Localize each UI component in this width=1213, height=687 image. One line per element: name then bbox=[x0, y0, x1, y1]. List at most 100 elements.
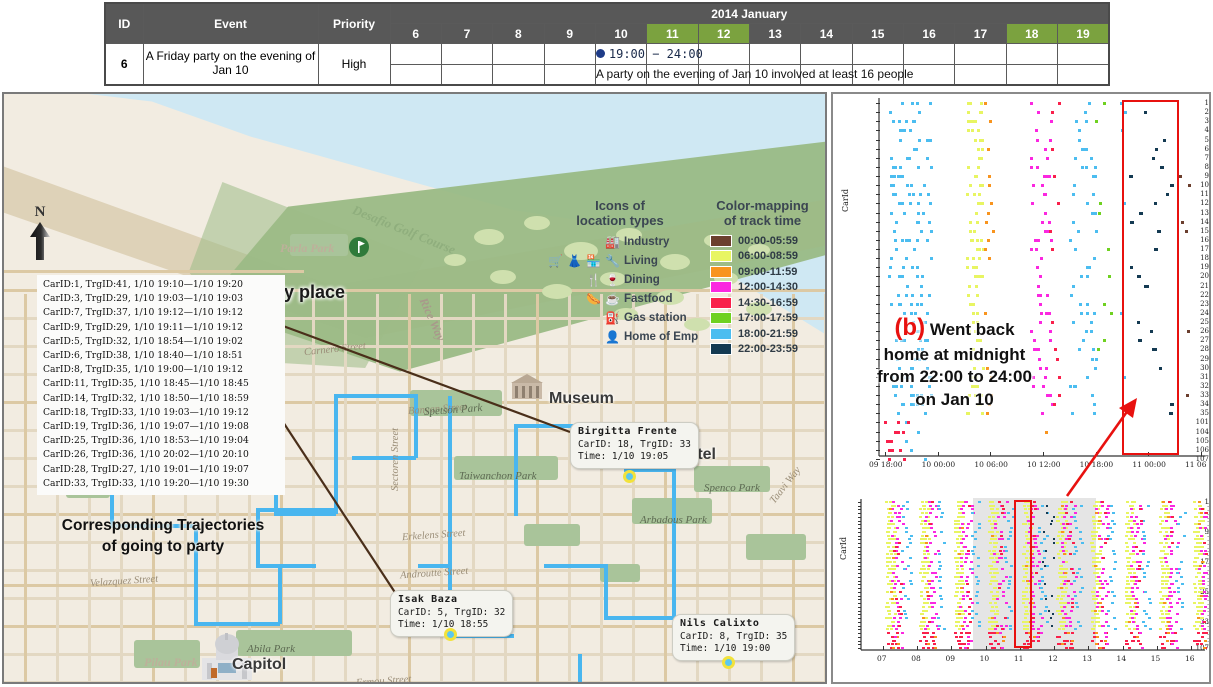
map-tooltip[interactable]: Birgitta Frente CarID: 18, TrgID: 33 Time:… bbox=[570, 422, 699, 469]
cell-day-18-top[interactable] bbox=[1005, 43, 1058, 65]
data-point bbox=[897, 519, 901, 522]
cell-day-17-bottom[interactable] bbox=[954, 63, 1007, 86]
day-header-19[interactable]: 19 bbox=[1056, 23, 1110, 45]
cell-day-19-bottom[interactable] bbox=[1056, 63, 1110, 86]
timeline-plots-panel[interactable]: CarId 1 2 3 4 5 6 7 8 9 10 11 12 13 14 15 16 17 18 19 20 21 2… bbox=[831, 92, 1211, 684]
data-point bbox=[1168, 602, 1172, 605]
cell-day-9-bottom[interactable] bbox=[543, 63, 596, 86]
day-header-6[interactable]: 6 bbox=[389, 23, 442, 45]
data-point bbox=[899, 617, 903, 620]
data-point bbox=[1056, 534, 1060, 537]
data-point bbox=[1068, 530, 1072, 533]
x-tick-3: 10 12:00 bbox=[1027, 460, 1061, 469]
cell-day-8-bottom[interactable] bbox=[492, 63, 545, 86]
data-point bbox=[1042, 530, 1045, 533]
y-tick-mark bbox=[876, 431, 880, 433]
cell-day-7-bottom[interactable] bbox=[440, 63, 494, 86]
data-point bbox=[966, 266, 970, 270]
data-point bbox=[1000, 647, 1004, 649]
data-point bbox=[1063, 643, 1067, 646]
data-point bbox=[1186, 394, 1190, 398]
data-point bbox=[1096, 575, 1100, 578]
data-point bbox=[957, 545, 961, 548]
y-tick-mark bbox=[858, 524, 861, 526]
data-point bbox=[994, 628, 997, 631]
data-point bbox=[918, 138, 922, 142]
map-location-dot[interactable] bbox=[722, 656, 735, 669]
data-point bbox=[1049, 120, 1053, 124]
map-panel[interactable]: Carnero StreetParla StreetBanyan StreetS… bbox=[2, 92, 827, 684]
data-point bbox=[967, 523, 971, 526]
cell-day-19-top[interactable] bbox=[1056, 43, 1110, 65]
day-header-8[interactable]: 8 bbox=[492, 23, 545, 45]
y-tick-mark bbox=[876, 376, 880, 378]
cell-day-10-timerange[interactable]: 19:00 − 24:00 bbox=[594, 43, 703, 65]
legend-color-row: 17:00-17:59 bbox=[710, 311, 825, 327]
day-header-16[interactable]: 16 bbox=[902, 23, 956, 45]
data-point bbox=[970, 357, 973, 361]
day-header-11[interactable]: 11 bbox=[646, 23, 699, 45]
cell-day-17-top[interactable] bbox=[954, 43, 1007, 65]
cell-day-16-top[interactable] bbox=[902, 43, 956, 65]
day-header-12[interactable]: 12 bbox=[697, 23, 750, 45]
cell-day-14-top[interactable] bbox=[800, 43, 853, 65]
data-point bbox=[1065, 647, 1069, 649]
data-point bbox=[965, 579, 969, 582]
day-header-9[interactable]: 9 bbox=[543, 23, 596, 45]
cell-day-9-top[interactable] bbox=[543, 43, 596, 65]
data-point bbox=[1036, 639, 1040, 642]
data-point bbox=[1200, 560, 1204, 563]
cell-day-7-top[interactable] bbox=[440, 43, 494, 65]
y-tick-mark bbox=[858, 644, 861, 646]
cell-day-13-top[interactable] bbox=[748, 43, 802, 65]
x-tick-mark bbox=[937, 452, 939, 456]
data-point bbox=[1077, 568, 1081, 571]
cell-day-6-top[interactable] bbox=[389, 43, 442, 65]
data-point bbox=[1057, 572, 1061, 575]
data-point bbox=[978, 620, 982, 623]
cell-day-6-bottom[interactable] bbox=[389, 63, 442, 86]
data-point bbox=[1194, 587, 1198, 590]
day-header-17[interactable]: 17 bbox=[954, 23, 1007, 45]
data-point bbox=[896, 293, 900, 297]
data-point bbox=[1083, 111, 1087, 115]
data-point bbox=[988, 628, 992, 631]
data-point bbox=[993, 538, 997, 541]
y-tick-mark bbox=[876, 404, 880, 406]
map-location-dot[interactable] bbox=[623, 470, 636, 483]
data-point bbox=[1036, 534, 1040, 537]
data-point bbox=[896, 643, 900, 646]
cell-day-15-top[interactable] bbox=[851, 43, 904, 65]
data-point bbox=[976, 321, 980, 325]
day-header-15[interactable]: 15 bbox=[851, 23, 904, 45]
legend-dining-icon: 🍷 bbox=[605, 273, 620, 288]
map-location-dot[interactable] bbox=[444, 628, 457, 641]
x-tick-6: 11 06 bbox=[1185, 460, 1207, 469]
data-point bbox=[989, 538, 993, 541]
data-point bbox=[1176, 647, 1180, 649]
cell-day-18-bottom[interactable] bbox=[1005, 63, 1058, 86]
day-header-7[interactable]: 7 bbox=[440, 23, 494, 45]
cell-day-12-top[interactable] bbox=[697, 43, 750, 65]
day-header-18[interactable]: 18 bbox=[1005, 23, 1058, 45]
data-point bbox=[1105, 620, 1109, 623]
cell-day-8-top[interactable] bbox=[492, 43, 545, 65]
legend-icon-row-industry: 🏭 Industry bbox=[540, 233, 700, 251]
data-point bbox=[924, 557, 928, 560]
data-point bbox=[1091, 175, 1095, 179]
data-point bbox=[933, 617, 937, 620]
day-header-14[interactable]: 14 bbox=[800, 23, 853, 45]
data-point bbox=[904, 238, 908, 242]
day-header-10[interactable]: 10 bbox=[594, 23, 648, 45]
data-point bbox=[1095, 508, 1099, 511]
bottom-scatter-plot[interactable]: CarId 1·······9·······17·······25·······… bbox=[833, 498, 1209, 682]
data-point bbox=[1057, 594, 1061, 597]
data-point bbox=[979, 202, 983, 206]
data-point bbox=[922, 647, 926, 649]
map-tooltip[interactable]: Nils Calixto CarID: 8, TrgID: 35 Time: 1/1… bbox=[672, 614, 796, 661]
table-row[interactable]: 6 A Friday party on the evening of Jan 1… bbox=[104, 43, 1110, 86]
day-header-13[interactable]: 13 bbox=[748, 23, 802, 45]
data-point bbox=[1036, 348, 1040, 352]
data-point bbox=[925, 624, 929, 627]
data-point bbox=[1199, 519, 1203, 522]
